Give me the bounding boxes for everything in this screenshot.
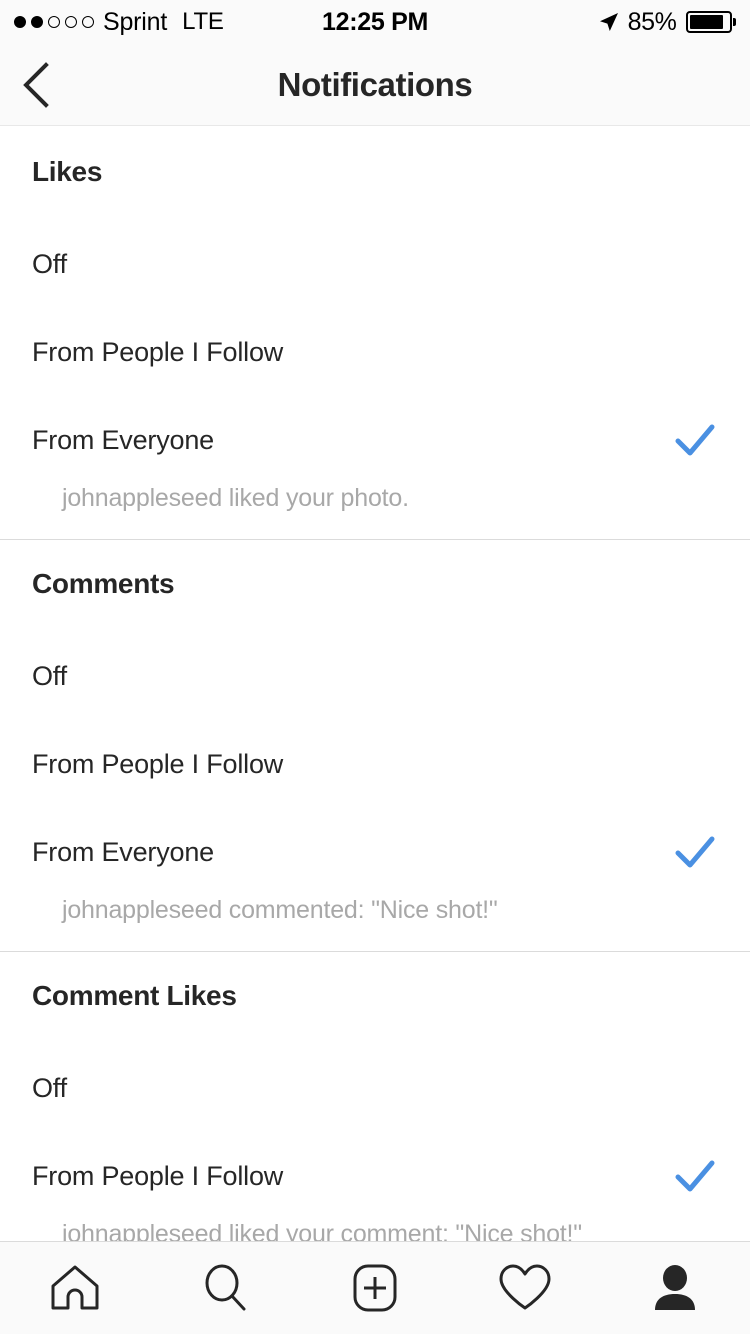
option-likes-from-everyone[interactable]: From Everyone bbox=[0, 396, 750, 484]
settings-list: Likes Off From People I Follow From Ever… bbox=[0, 126, 750, 1275]
battery-fill bbox=[689, 15, 723, 29]
battery-percent-label: 85% bbox=[627, 7, 677, 36]
hint-text-comments: johnappleseed commented: "Nice shot!" bbox=[62, 896, 498, 924]
search-icon bbox=[205, 1264, 246, 1311]
page-title: Notifications bbox=[277, 65, 473, 103]
hint-text-likes: johnappleseed liked your photo. bbox=[62, 484, 409, 512]
option-label: From People I Follow bbox=[32, 748, 284, 779]
option-label: From People I Follow bbox=[32, 1160, 284, 1191]
option-label: Off bbox=[32, 660, 67, 691]
option-comments-off[interactable]: Off bbox=[0, 632, 750, 720]
section-likes: Likes Off From People I Follow From Ever… bbox=[0, 126, 750, 539]
battery-icon bbox=[685, 11, 736, 33]
section-title-comment-likes: Comment Likes bbox=[32, 980, 237, 1011]
option-label: From Everyone bbox=[32, 836, 214, 867]
option-label: From People I Follow bbox=[32, 336, 284, 367]
home-icon bbox=[51, 1265, 99, 1310]
tab-add-post[interactable] bbox=[300, 1242, 450, 1334]
checkmark-icon bbox=[675, 424, 715, 456]
option-likes-off[interactable]: Off bbox=[0, 220, 750, 308]
checkmark-icon bbox=[675, 836, 715, 868]
option-label: Off bbox=[32, 1072, 67, 1103]
navigation-bar: Notifications bbox=[0, 44, 750, 126]
battery-body bbox=[685, 11, 732, 33]
profile-icon bbox=[655, 1265, 695, 1310]
option-label: From Everyone bbox=[32, 424, 214, 455]
section-title-comments: Comments bbox=[32, 568, 175, 599]
option-comments-from-people-i-follow[interactable]: From People I Follow bbox=[0, 720, 750, 808]
section-title-likes: Likes bbox=[32, 156, 103, 187]
status-bar-right: 85% bbox=[599, 8, 736, 37]
section-comment-likes: Comment Likes Off From People I Follow j… bbox=[0, 951, 750, 1275]
tab-activity[interactable] bbox=[450, 1242, 600, 1334]
add-post-icon bbox=[353, 1264, 397, 1312]
option-comment-likes-from-people-i-follow[interactable]: From People I Follow bbox=[0, 1132, 750, 1220]
battery-nub bbox=[733, 18, 736, 26]
checkmark-icon bbox=[675, 1160, 715, 1192]
section-comments: Comments Off From People I Follow From E… bbox=[0, 539, 750, 951]
tab-home[interactable] bbox=[0, 1242, 150, 1334]
option-label: Off bbox=[32, 248, 67, 279]
status-bar: Sprint LTE 12:25 PM 85% bbox=[0, 0, 750, 44]
option-likes-from-people-i-follow[interactable]: From People I Follow bbox=[0, 308, 750, 396]
location-arrow-icon bbox=[599, 13, 618, 31]
tab-bar bbox=[0, 1241, 750, 1334]
option-comments-from-everyone[interactable]: From Everyone bbox=[0, 808, 750, 896]
app-screen: Sprint LTE 12:25 PM 85% Notifications Li… bbox=[0, 0, 750, 1334]
tab-profile[interactable] bbox=[600, 1242, 750, 1334]
option-comment-likes-off[interactable]: Off bbox=[0, 1044, 750, 1132]
tab-search[interactable] bbox=[150, 1242, 300, 1334]
heart-icon bbox=[499, 1264, 551, 1310]
